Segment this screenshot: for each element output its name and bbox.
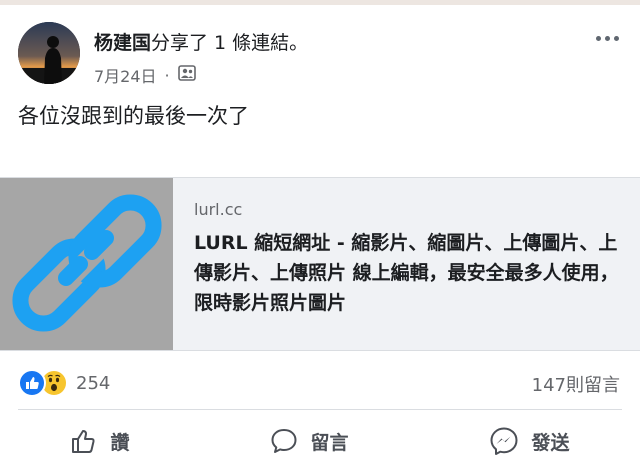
post-header: 杨建国分享了 1 條連結。 xyxy=(94,30,308,56)
friends-icon xyxy=(177,65,196,85)
like-icon xyxy=(18,369,46,397)
send-button[interactable]: 發送 xyxy=(489,426,570,456)
comment-label: 留言 xyxy=(310,431,349,454)
link-title[interactable]: LURL 縮短網址 - 縮影片、縮圖片、上傳圖片、上傳影片、上傳照片 線上編輯，… xyxy=(194,228,620,318)
more-dot-icon xyxy=(613,35,619,41)
avatar[interactable] xyxy=(18,22,80,84)
post-meta: 7月24日 · xyxy=(94,63,196,87)
more-dot-icon xyxy=(604,35,610,41)
post-date[interactable]: 7月24日 xyxy=(94,63,157,87)
meta-separator: · xyxy=(164,65,170,85)
share-action-text: 分享了 1 條連結。 xyxy=(151,32,309,54)
reactions-summary[interactable]: 254 xyxy=(18,369,110,397)
chain-link-icon xyxy=(12,194,162,332)
more-options-button[interactable] xyxy=(592,27,622,49)
link-thumbnail xyxy=(0,178,173,350)
messenger-icon xyxy=(489,426,519,456)
author-name[interactable]: 杨建国 xyxy=(94,32,151,54)
link-domain: lurl.cc xyxy=(194,200,243,219)
action-bar: 讚 留言 發送 xyxy=(0,418,640,464)
send-label: 發送 xyxy=(531,431,570,454)
like-button[interactable]: 讚 xyxy=(70,427,130,455)
link-preview-card[interactable]: lurl.cc LURL 縮短網址 - 縮影片、縮圖片、上傳圖片、上傳影片、上傳… xyxy=(0,177,640,351)
thumbs-up-icon xyxy=(70,427,98,455)
divider xyxy=(18,409,622,410)
like-label: 讚 xyxy=(110,431,130,454)
post-text: 各位沒跟到的最後一次了 xyxy=(18,104,249,128)
avatar-image xyxy=(18,22,80,84)
reaction-count: 254 xyxy=(76,372,111,394)
more-dot-icon xyxy=(595,35,601,41)
top-strip xyxy=(0,0,640,5)
comment-count[interactable]: 147則留言 xyxy=(532,371,620,397)
comment-button[interactable]: 留言 xyxy=(270,427,349,455)
comment-bubble-icon xyxy=(270,427,298,455)
